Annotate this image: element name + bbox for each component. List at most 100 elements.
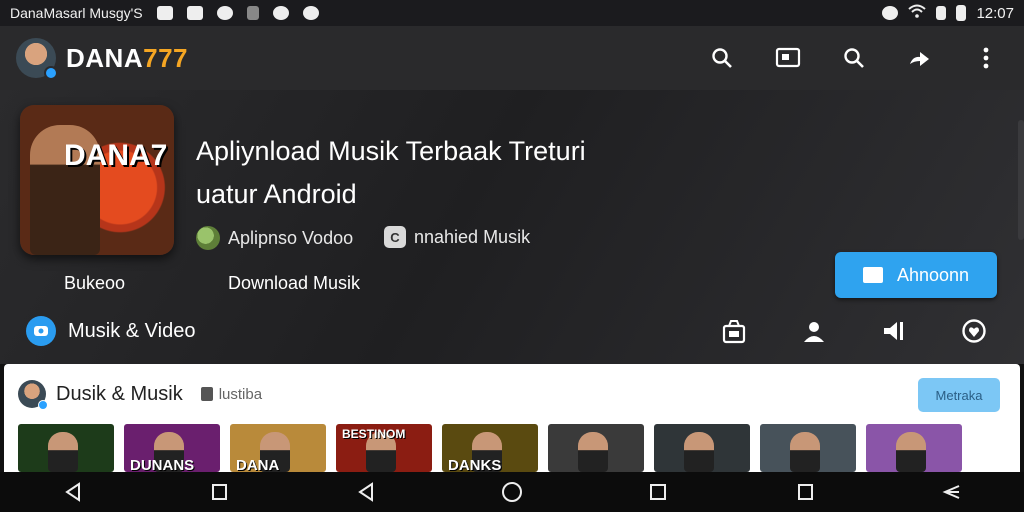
thumbnail-title: BESTINOM bbox=[342, 427, 406, 441]
search-icon bbox=[844, 48, 864, 68]
section-tag[interactable]: lustiba bbox=[200, 385, 263, 403]
thumbnail-figure bbox=[684, 432, 714, 472]
thumbnail-title: DANA bbox=[236, 457, 280, 472]
square-icon bbox=[797, 484, 813, 500]
home-button[interactable] bbox=[497, 477, 527, 507]
heart-circle-icon bbox=[962, 319, 986, 343]
video-thumbnail[interactable]: DUNANS bbox=[124, 424, 220, 472]
store-button[interactable] bbox=[718, 315, 750, 347]
video-thumbnail[interactable]: DANA bbox=[230, 424, 326, 472]
app-bar: DANA777 bbox=[0, 26, 1024, 90]
primary-action-label: Ahnoonn bbox=[896, 264, 970, 285]
back-button[interactable] bbox=[58, 477, 88, 507]
recents-alt-button[interactable] bbox=[204, 477, 234, 507]
cover-caption: Bukeoo bbox=[64, 273, 126, 293]
video-thumbnail[interactable] bbox=[760, 424, 856, 472]
video-thumbnail[interactable] bbox=[654, 424, 750, 472]
category-label: Musik & Video bbox=[68, 319, 196, 342]
meta-category[interactable]: C nnahied Musik bbox=[384, 226, 530, 248]
app-cover-image[interactable]: DANA7 bbox=[20, 105, 174, 255]
video-category-icon bbox=[26, 316, 56, 346]
thumbnail-figure bbox=[790, 432, 820, 472]
developer-icon bbox=[196, 226, 220, 250]
keyboard-toggle-button[interactable] bbox=[936, 477, 966, 507]
favorite-button[interactable] bbox=[958, 315, 990, 347]
message-icon bbox=[156, 6, 173, 20]
return-arrow-icon bbox=[942, 485, 960, 499]
share-icon bbox=[910, 52, 929, 66]
cover-title: DANA7 bbox=[64, 139, 168, 172]
search-icon bbox=[712, 48, 732, 68]
tag-icon bbox=[200, 387, 213, 401]
overview-button[interactable] bbox=[790, 477, 820, 507]
download-label: Download Musik bbox=[228, 273, 361, 293]
meta-developer[interactable]: Aplipnso Vodoo bbox=[196, 226, 353, 250]
video-thumbnail[interactable] bbox=[548, 424, 644, 472]
gallery-icon bbox=[186, 6, 203, 20]
thumbnail-figure bbox=[578, 432, 608, 472]
hero-actions bbox=[718, 315, 990, 347]
more-options-button[interactable] bbox=[970, 42, 1002, 74]
app-screen: DanaMasarl Musgy'S 12:07 DANA777 DANA7 A… bbox=[0, 0, 1024, 512]
app-title-line-1: Apliynload Musik Terbaak Treturi bbox=[196, 136, 586, 166]
speaker-icon bbox=[884, 322, 903, 340]
thumbnail-strip: DUNANS DANA BESTINOM DANKS bbox=[18, 424, 962, 472]
cast-button[interactable] bbox=[772, 42, 804, 74]
back-triangle-icon bbox=[357, 482, 373, 502]
profile-button[interactable] bbox=[798, 315, 830, 347]
volume-button[interactable] bbox=[878, 315, 910, 347]
thumbnail-title: DANKS bbox=[448, 457, 502, 472]
app-title-line-2: uatur Android bbox=[196, 179, 357, 209]
navigation-bar bbox=[0, 472, 1024, 512]
user-icon bbox=[804, 322, 824, 342]
meta-developer-text: Aplipnso Vodoo bbox=[228, 227, 354, 248]
app-logo: DANA777 bbox=[66, 43, 188, 74]
category-row[interactable]: Musik & Video bbox=[26, 316, 195, 346]
square-icon bbox=[650, 484, 667, 500]
square-icon bbox=[212, 484, 228, 500]
section-avatar[interactable] bbox=[18, 380, 48, 410]
brand-prefix: DANA bbox=[66, 42, 144, 73]
more-button[interactable]: Metraka bbox=[918, 378, 1000, 412]
install-icon bbox=[862, 267, 883, 283]
video-thumbnail[interactable] bbox=[18, 424, 114, 472]
refresh-icon bbox=[302, 6, 319, 20]
sync-icon bbox=[216, 6, 233, 20]
thumbnail-figure bbox=[896, 432, 926, 472]
wifi-icon bbox=[908, 4, 927, 22]
app-bar-actions bbox=[706, 42, 1008, 74]
search-button[interactable] bbox=[706, 42, 738, 74]
notification-area: DanaMasarl Musgy'S bbox=[10, 5, 319, 21]
category-badge-icon: C bbox=[384, 226, 406, 248]
system-tray: 12:07 bbox=[882, 4, 1014, 22]
clock: 12:07 bbox=[976, 4, 1014, 22]
profile-avatar[interactable] bbox=[16, 38, 58, 80]
signal-icon bbox=[936, 6, 947, 20]
home-circle-icon bbox=[501, 482, 522, 502]
video-thumbnail[interactable] bbox=[866, 424, 962, 472]
share-button[interactable] bbox=[904, 42, 936, 74]
signal-bars-icon bbox=[246, 6, 259, 20]
recents-button[interactable] bbox=[643, 477, 673, 507]
video-thumbnail[interactable]: BESTINOM bbox=[336, 424, 432, 472]
primary-action-button[interactable]: Ahnoonn bbox=[835, 252, 997, 298]
meta-category-text: nnahied Musik bbox=[414, 226, 531, 247]
more-vertical-icon bbox=[983, 47, 989, 69]
video-thumbnail[interactable]: DANKS bbox=[442, 424, 538, 472]
thumbnail-title: DUNANS bbox=[130, 457, 195, 472]
back-button-2[interactable] bbox=[351, 477, 381, 507]
verified-badge-icon bbox=[38, 400, 48, 410]
thumbnail-figure bbox=[48, 432, 78, 472]
search-alt-button[interactable] bbox=[838, 42, 870, 74]
screen-icon bbox=[775, 47, 801, 68]
shopping-bag-icon bbox=[722, 320, 746, 344]
back-triangle-icon bbox=[65, 482, 81, 502]
alarm-icon bbox=[882, 6, 899, 20]
section-title: Dusik & Musik bbox=[56, 382, 183, 405]
section-tag-label: lustiba bbox=[218, 385, 263, 403]
verified-badge-icon bbox=[44, 66, 58, 80]
app-title: Apliynload Musik Terbaak Treturi uatur A… bbox=[196, 130, 636, 216]
location-icon bbox=[272, 6, 289, 20]
brand-accent: 777 bbox=[143, 42, 188, 73]
status-bar: DanaMasarl Musgy'S 12:07 bbox=[0, 0, 1024, 26]
